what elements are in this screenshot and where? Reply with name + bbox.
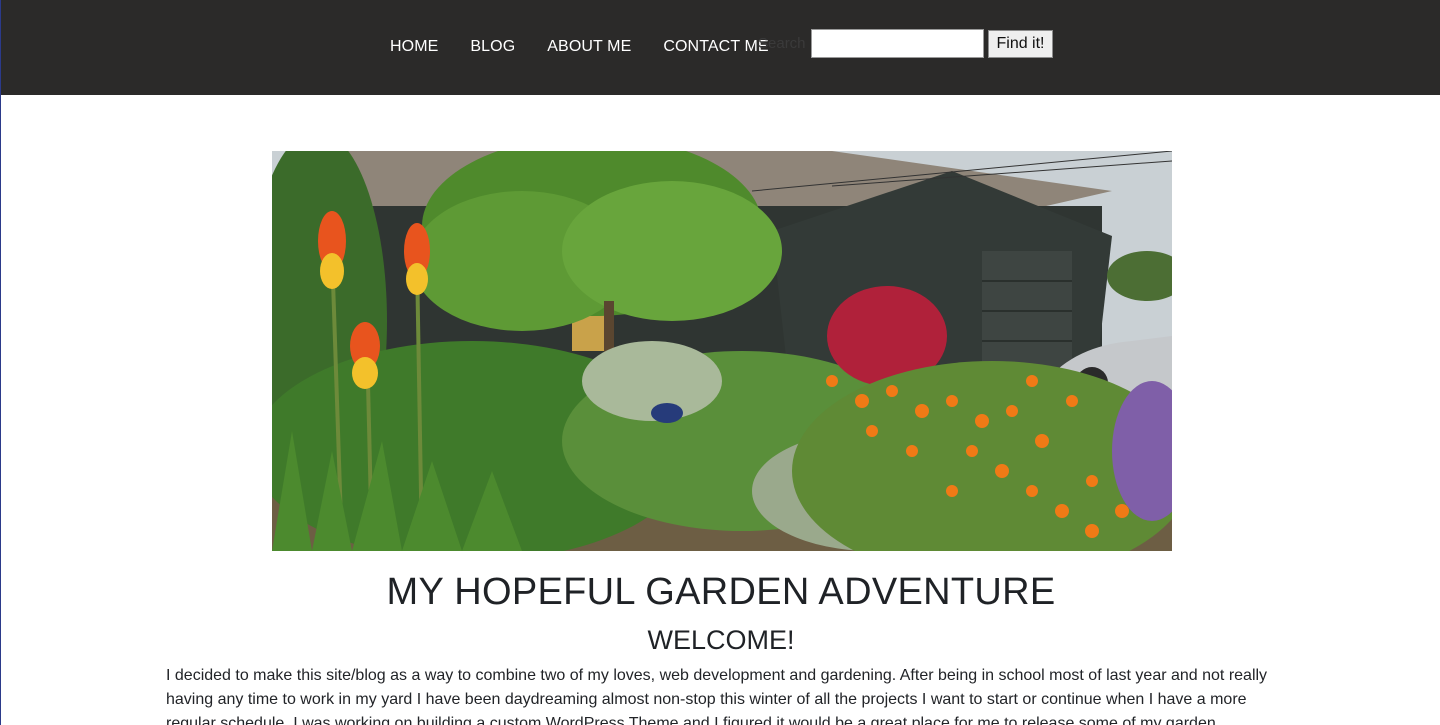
intro-paragraph: I decided to make this site/blog as a wa… — [166, 667, 1268, 725]
nav-about-link[interactable]: ABOUT ME — [547, 37, 631, 57]
hero-garden-image — [272, 151, 1172, 551]
site-header: HOME BLOG ABOUT ME CONTACT ME Search Fin… — [1, 0, 1440, 95]
search-submit-button[interactable]: Find it! — [988, 30, 1053, 58]
nav-contact-link[interactable]: CONTACT ME — [663, 37, 768, 57]
welcome-heading: WELCOME! — [647, 625, 795, 655]
site-title: MY HOPEFUL GARDEN ADVENTURE — [386, 571, 1056, 613]
page: HOME BLOG ABOUT ME CONTACT ME Search Fin… — [0, 0, 1440, 725]
main-nav: HOME BLOG ABOUT ME CONTACT ME — [390, 37, 769, 57]
nav-blog-link[interactable]: BLOG — [470, 37, 515, 57]
search-input[interactable] — [811, 29, 984, 58]
nav-home-link[interactable]: HOME — [390, 37, 438, 57]
search-label: Search — [758, 35, 806, 52]
